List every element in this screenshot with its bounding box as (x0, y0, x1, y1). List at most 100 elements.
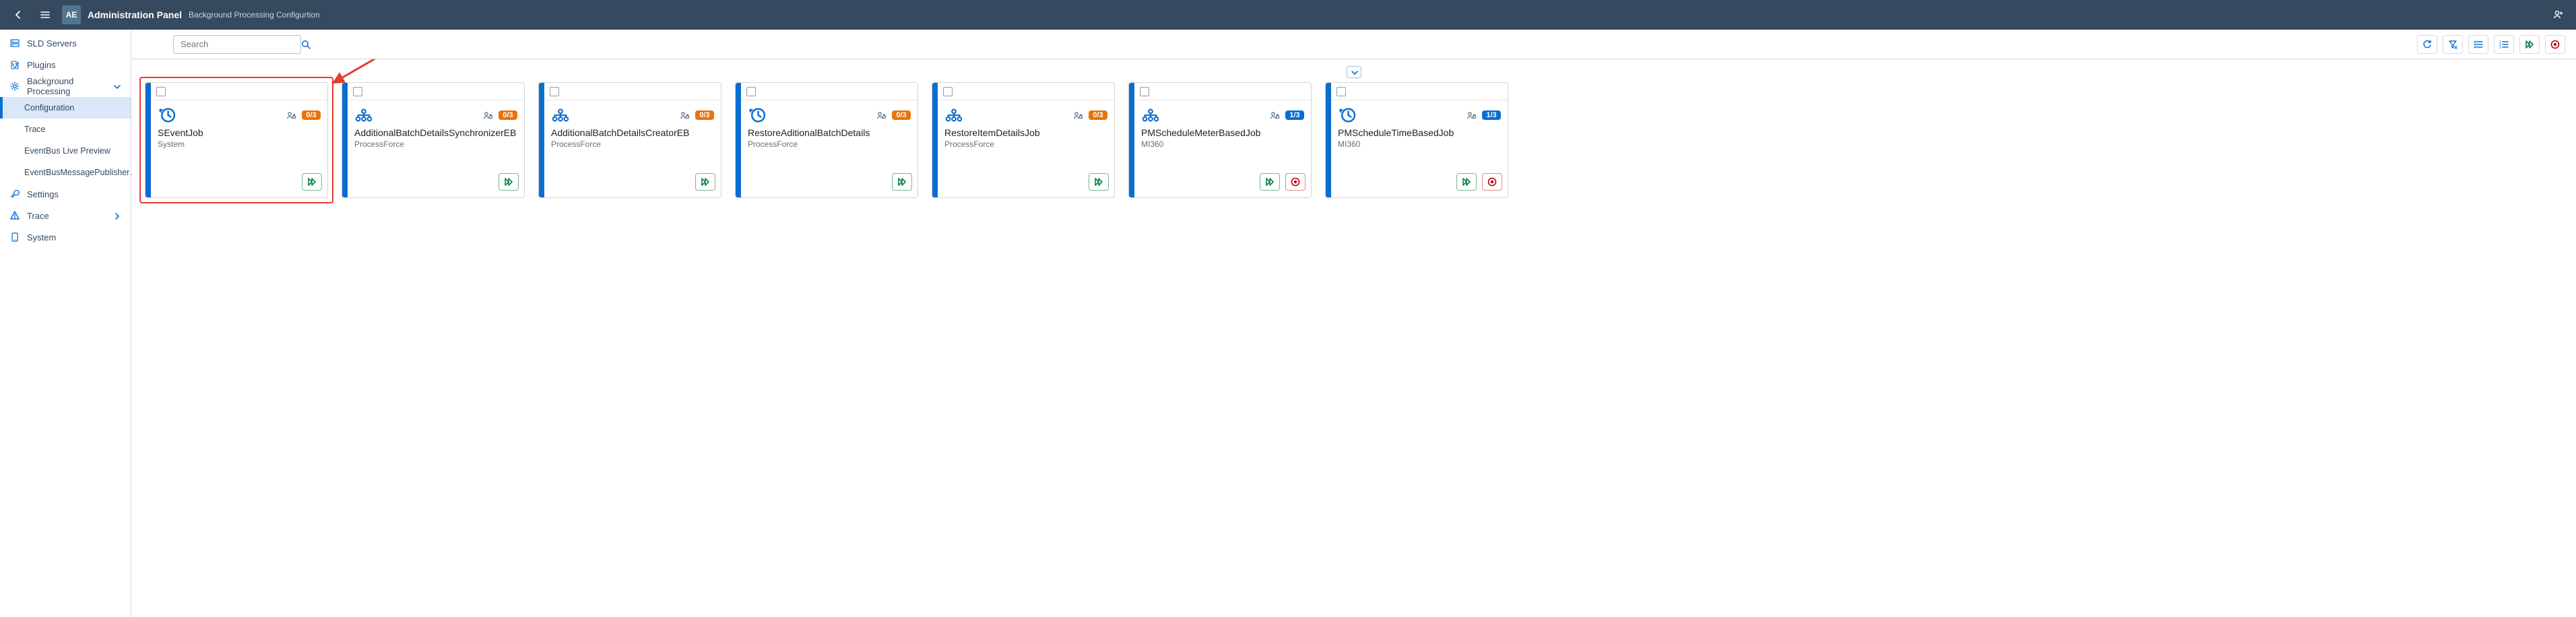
sidebar-item-2[interactable]: Background Processing (0, 75, 131, 97)
user-button[interactable] (2548, 5, 2568, 25)
product-logo: AE (62, 5, 81, 24)
job-card[interactable]: 0/3 AdditionalBatchDetailsCreatorEBProces… (538, 82, 721, 198)
job-module: ProcessForce (354, 139, 517, 149)
select-checkbox[interactable] (746, 87, 756, 96)
card-accent (146, 83, 151, 197)
sidebar-item-6[interactable]: EventBusMessagePublisher… (0, 162, 131, 183)
search-box[interactable] (173, 35, 301, 54)
run-button[interactable] (1456, 173, 1477, 191)
stop-button[interactable] (1285, 173, 1306, 191)
select-checkbox[interactable] (1140, 87, 1149, 96)
count-badge: 0/3 (1089, 110, 1107, 120)
header-subtitle: Background Processing Configurtion (189, 10, 320, 20)
process-icon (1141, 106, 1160, 125)
job-card[interactable]: 1/3PMScheduleMeterBasedJobMI360 (1128, 82, 1312, 198)
warning-icon (9, 210, 20, 221)
stop-button[interactable] (1482, 173, 1502, 191)
process-icon (944, 106, 963, 125)
gear-icon (9, 81, 20, 92)
menu-button[interactable] (35, 5, 55, 25)
back-button[interactable] (8, 5, 28, 25)
clock-icon (1338, 106, 1357, 125)
wrench-icon (9, 189, 20, 199)
assignee-lock-icon (679, 110, 691, 121)
sidebar-item-label: Configuration (24, 103, 74, 112)
sidebar-item-label: SLD Servers (27, 38, 77, 48)
count-badge: 0/3 (892, 110, 911, 120)
job-module: ProcessForce (551, 139, 714, 149)
view-numbered-button[interactable] (2494, 35, 2514, 54)
process-icon (354, 106, 373, 125)
process-icon (551, 106, 570, 125)
sidebar-item-label: Plugins (27, 60, 56, 70)
job-module: MI360 (1141, 139, 1304, 149)
count-badge: 0/3 (302, 110, 321, 120)
select-checkbox[interactable] (1337, 87, 1346, 96)
sidebar: SLD Servers Plugins Background Processing C… (0, 30, 131, 617)
sidebar-item-3[interactable]: Configuration (0, 97, 131, 119)
select-checkbox[interactable] (353, 87, 362, 96)
card-accent (932, 83, 938, 197)
search-input[interactable] (179, 38, 300, 50)
clear-filter-button[interactable] (2443, 35, 2463, 54)
sidebar-item-label: Settings (27, 189, 59, 199)
stop-all-button[interactable] (2545, 35, 2565, 54)
expand-handle[interactable] (145, 66, 2563, 78)
card-accent (1326, 83, 1331, 197)
run-button[interactable] (695, 173, 715, 191)
clock-icon (158, 106, 176, 125)
select-checkbox[interactable] (550, 87, 559, 96)
count-badge: 0/3 (695, 110, 714, 120)
run-button[interactable] (302, 173, 322, 191)
job-card[interactable]: 0/3RestoreAditionalBatchDetailsProcessFo… (735, 82, 918, 198)
search-icon (300, 39, 311, 49)
select-checkbox[interactable] (156, 87, 166, 96)
puzzle-icon (9, 59, 20, 70)
card-accent (736, 83, 741, 197)
job-module: ProcessForce (748, 139, 911, 149)
sidebar-item-label: Trace (24, 125, 46, 134)
job-grid: 0/3SEventJobSystem0/3AdditionalBatchDeta… (145, 82, 2563, 198)
run-all-button[interactable] (2519, 35, 2540, 54)
job-module: ProcessForce (944, 139, 1107, 149)
sidebar-item-1[interactable]: Plugins (0, 54, 131, 75)
run-button[interactable] (892, 173, 912, 191)
job-card[interactable]: 0/3 RestoreItemDetailsJobProcessForce (932, 82, 1115, 198)
job-name: PMScheduleMeterBasedJob (1141, 127, 1304, 138)
assignee-lock-icon (286, 110, 298, 121)
job-card[interactable]: 1/3PMScheduleTimeBasedJobMI360 (1325, 82, 1508, 198)
sidebar-item-4[interactable]: Trace (0, 119, 131, 140)
assignee-lock-icon (1072, 110, 1085, 121)
clock-icon (748, 106, 767, 125)
run-button[interactable] (1089, 173, 1109, 191)
job-card[interactable]: 0/3 SEventJobSystem (145, 82, 328, 198)
run-button[interactable] (1260, 173, 1280, 191)
run-button[interactable] (498, 173, 519, 191)
assignee-lock-icon (1466, 110, 1478, 121)
sidebar-item-label: System (27, 232, 56, 242)
chevron-down-icon (112, 82, 121, 91)
job-card[interactable]: 0/3AdditionalBatchDetailsSynchronizerEBP… (342, 82, 525, 198)
sidebar-item-label: Background Processing (27, 76, 105, 96)
sidebar-item-5[interactable]: EventBus Live Preview (0, 140, 131, 162)
job-module: System (158, 139, 321, 149)
count-badge: 1/3 (1482, 110, 1501, 120)
device-icon (9, 232, 20, 242)
sidebar-item-7[interactable]: Settings (0, 183, 131, 205)
server-icon (9, 38, 20, 48)
job-module: MI360 (1338, 139, 1501, 149)
header-title: Administration Panel (88, 9, 182, 20)
refresh-button[interactable] (2417, 35, 2437, 54)
sidebar-item-9[interactable]: System (0, 226, 131, 248)
job-name: RestoreItemDetailsJob (944, 127, 1107, 138)
card-accent (1129, 83, 1134, 197)
sidebar-item-0[interactable]: SLD Servers (0, 32, 131, 54)
view-checklist-button[interactable] (2468, 35, 2488, 54)
count-badge: 0/3 (498, 110, 517, 120)
job-name: SEventJob (158, 127, 321, 138)
job-name: AdditionalBatchDetailsCreatorEB (551, 127, 714, 138)
sidebar-item-8[interactable]: Trace (0, 205, 131, 226)
select-checkbox[interactable] (943, 87, 953, 96)
toolbar (131, 30, 2576, 59)
assignee-lock-icon (482, 110, 494, 121)
